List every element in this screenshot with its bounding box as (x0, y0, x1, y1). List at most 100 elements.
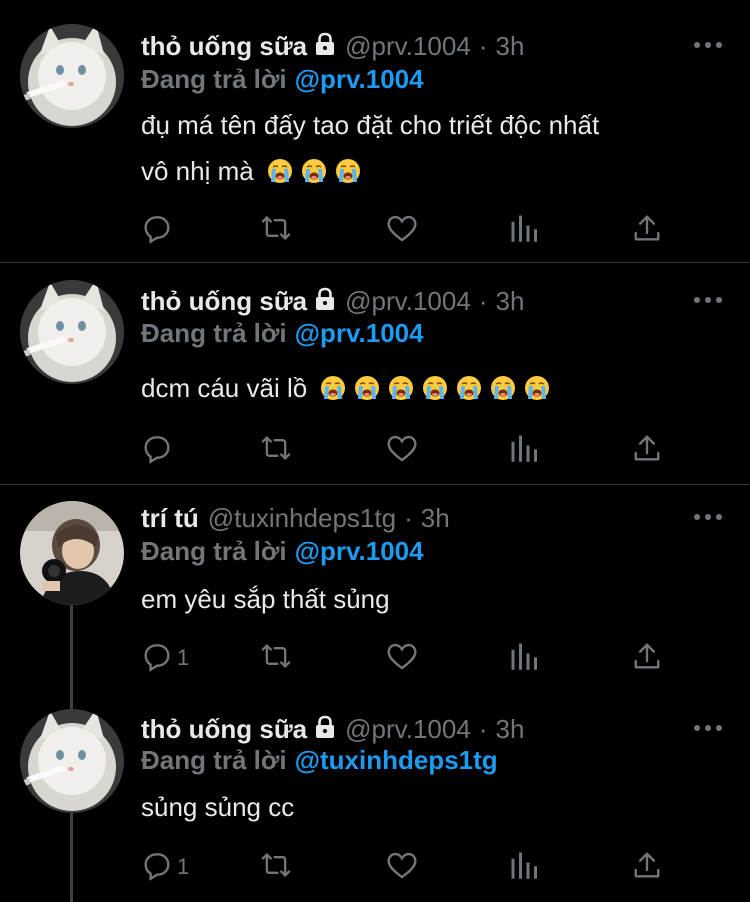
reply-count: 1 (177, 854, 190, 879)
lock-icon (314, 715, 336, 744)
tweet-header: thỏ uống sữa @prv.1004 · 3h (141, 283, 524, 319)
retweet-icon (259, 850, 293, 885)
more-options-icon[interactable] (694, 723, 722, 733)
tweet-header: thỏ uống sữa @prv.1004 · 3h (141, 711, 524, 747)
tweet-text: đụ má tên đấy tao đặt cho triết độc nhất… (141, 102, 721, 194)
tweet-divider (0, 484, 750, 485)
tweet-text-line: dcm cáu vãi lồ (141, 373, 308, 403)
replying-to-line: Đang trả lời @prv.1004 (141, 64, 424, 95)
crying-face-emoji (335, 152, 361, 183)
tweet-divider (0, 262, 750, 263)
replying-to-line: Đang trả lời @prv.1004 (141, 318, 424, 349)
mention-link[interactable]: @tuxinhdeps1tg (295, 745, 498, 775)
reply-button[interactable] (141, 213, 173, 247)
more-options-icon[interactable] (694, 40, 722, 50)
retweet-icon (259, 641, 293, 676)
tweet-text: dcm cáu vãi lồ (141, 365, 721, 411)
mention-link[interactable]: @prv.1004 (295, 536, 424, 566)
mention-link[interactable]: @prv.1004 (295, 64, 424, 94)
timestamp[interactable]: 3h (495, 31, 524, 62)
tweet-actions: 1 (141, 850, 681, 884)
views-button[interactable] (510, 433, 538, 467)
crying-face-emoji (456, 369, 482, 400)
replying-to-label: Đang trả lời (141, 536, 287, 566)
like-button[interactable] (386, 213, 418, 247)
tweet-text-line: sủng sủng cc (141, 792, 295, 822)
reply-button[interactable] (141, 433, 173, 467)
retweet-icon (259, 213, 293, 248)
share-icon (633, 850, 661, 885)
tweet-text-line: đụ má tên đấy tao đặt cho triết độc nhất (141, 110, 600, 140)
lock-icon (314, 32, 336, 61)
avatar[interactable] (20, 501, 124, 605)
mention-link[interactable]: @prv.1004 (295, 318, 424, 348)
avatar[interactable] (20, 280, 124, 384)
crying-face-emoji (388, 369, 414, 400)
more-options-icon[interactable] (694, 295, 722, 305)
crying-face-emoji (301, 152, 327, 183)
views-button[interactable] (510, 641, 538, 675)
avatar[interactable] (20, 709, 124, 813)
more-options-icon[interactable] (694, 512, 722, 522)
views-button[interactable] (510, 213, 538, 247)
retweet-button[interactable] (259, 433, 293, 467)
reply-icon (141, 212, 173, 249)
tweet-text-line: vô nhị mà (141, 156, 254, 186)
retweet-button[interactable] (259, 850, 293, 884)
crying-face-emoji (422, 369, 448, 400)
reply-button[interactable]: 1 (141, 641, 189, 675)
reply-icon (141, 640, 173, 677)
display-name[interactable]: trí tú (141, 503, 199, 534)
share-icon (633, 641, 661, 676)
separator-dot: · (478, 285, 488, 316)
like-button[interactable] (386, 433, 418, 467)
heart-icon (386, 641, 418, 676)
reply-icon (141, 849, 173, 886)
tweet-actions (141, 213, 681, 247)
crying-face-emoji (320, 369, 346, 400)
crying-face-emoji (354, 369, 380, 400)
user-handle[interactable]: @tuxinhdeps1tg (208, 503, 396, 534)
share-button[interactable] (633, 213, 661, 247)
reply-count: 1 (177, 645, 190, 670)
heart-icon (386, 213, 418, 248)
share-icon (633, 213, 661, 248)
tweet-text: em yêu sắp thất sủng (141, 576, 721, 622)
views-button[interactable] (510, 850, 538, 884)
timestamp[interactable]: 3h (421, 503, 450, 534)
bar-chart-icon (510, 433, 538, 468)
tweet-header: trí tú @tuxinhdeps1tg · 3h (141, 500, 450, 536)
lock-icon (314, 287, 336, 316)
tweet-text-line: em yêu sắp thất sủng (141, 584, 390, 614)
heart-icon (386, 850, 418, 885)
separator-dot: · (478, 30, 488, 61)
replying-to-label: Đang trả lời (141, 318, 287, 348)
user-handle[interactable]: @prv.1004 (345, 31, 471, 62)
user-handle[interactable]: @prv.1004 (345, 714, 471, 745)
retweet-button[interactable] (259, 213, 293, 247)
avatar[interactable] (20, 24, 124, 128)
share-button[interactable] (633, 433, 661, 467)
crying-face-emoji (267, 152, 293, 183)
share-button[interactable] (633, 850, 661, 884)
tweet-header: thỏ uống sữa @prv.1004 · 3h (141, 28, 524, 64)
like-button[interactable] (386, 850, 418, 884)
retweet-icon (259, 433, 293, 468)
bar-chart-icon (510, 850, 538, 885)
crying-face-emoji (490, 369, 516, 400)
user-handle[interactable]: @prv.1004 (345, 286, 471, 317)
bar-chart-icon (510, 641, 538, 676)
display-name[interactable]: thỏ uống sữa (141, 31, 307, 62)
separator-dot: · (404, 502, 413, 533)
display-name[interactable]: thỏ uống sữa (141, 714, 307, 745)
bar-chart-icon (510, 213, 538, 248)
share-button[interactable] (633, 641, 661, 675)
display-name[interactable]: thỏ uống sữa (141, 286, 307, 317)
retweet-button[interactable] (259, 641, 293, 675)
reply-button[interactable]: 1 (141, 850, 189, 884)
like-button[interactable] (386, 641, 418, 675)
reply-icon (141, 432, 173, 469)
timestamp[interactable]: 3h (495, 286, 524, 317)
tweet-actions (141, 433, 681, 467)
timestamp[interactable]: 3h (495, 714, 524, 745)
